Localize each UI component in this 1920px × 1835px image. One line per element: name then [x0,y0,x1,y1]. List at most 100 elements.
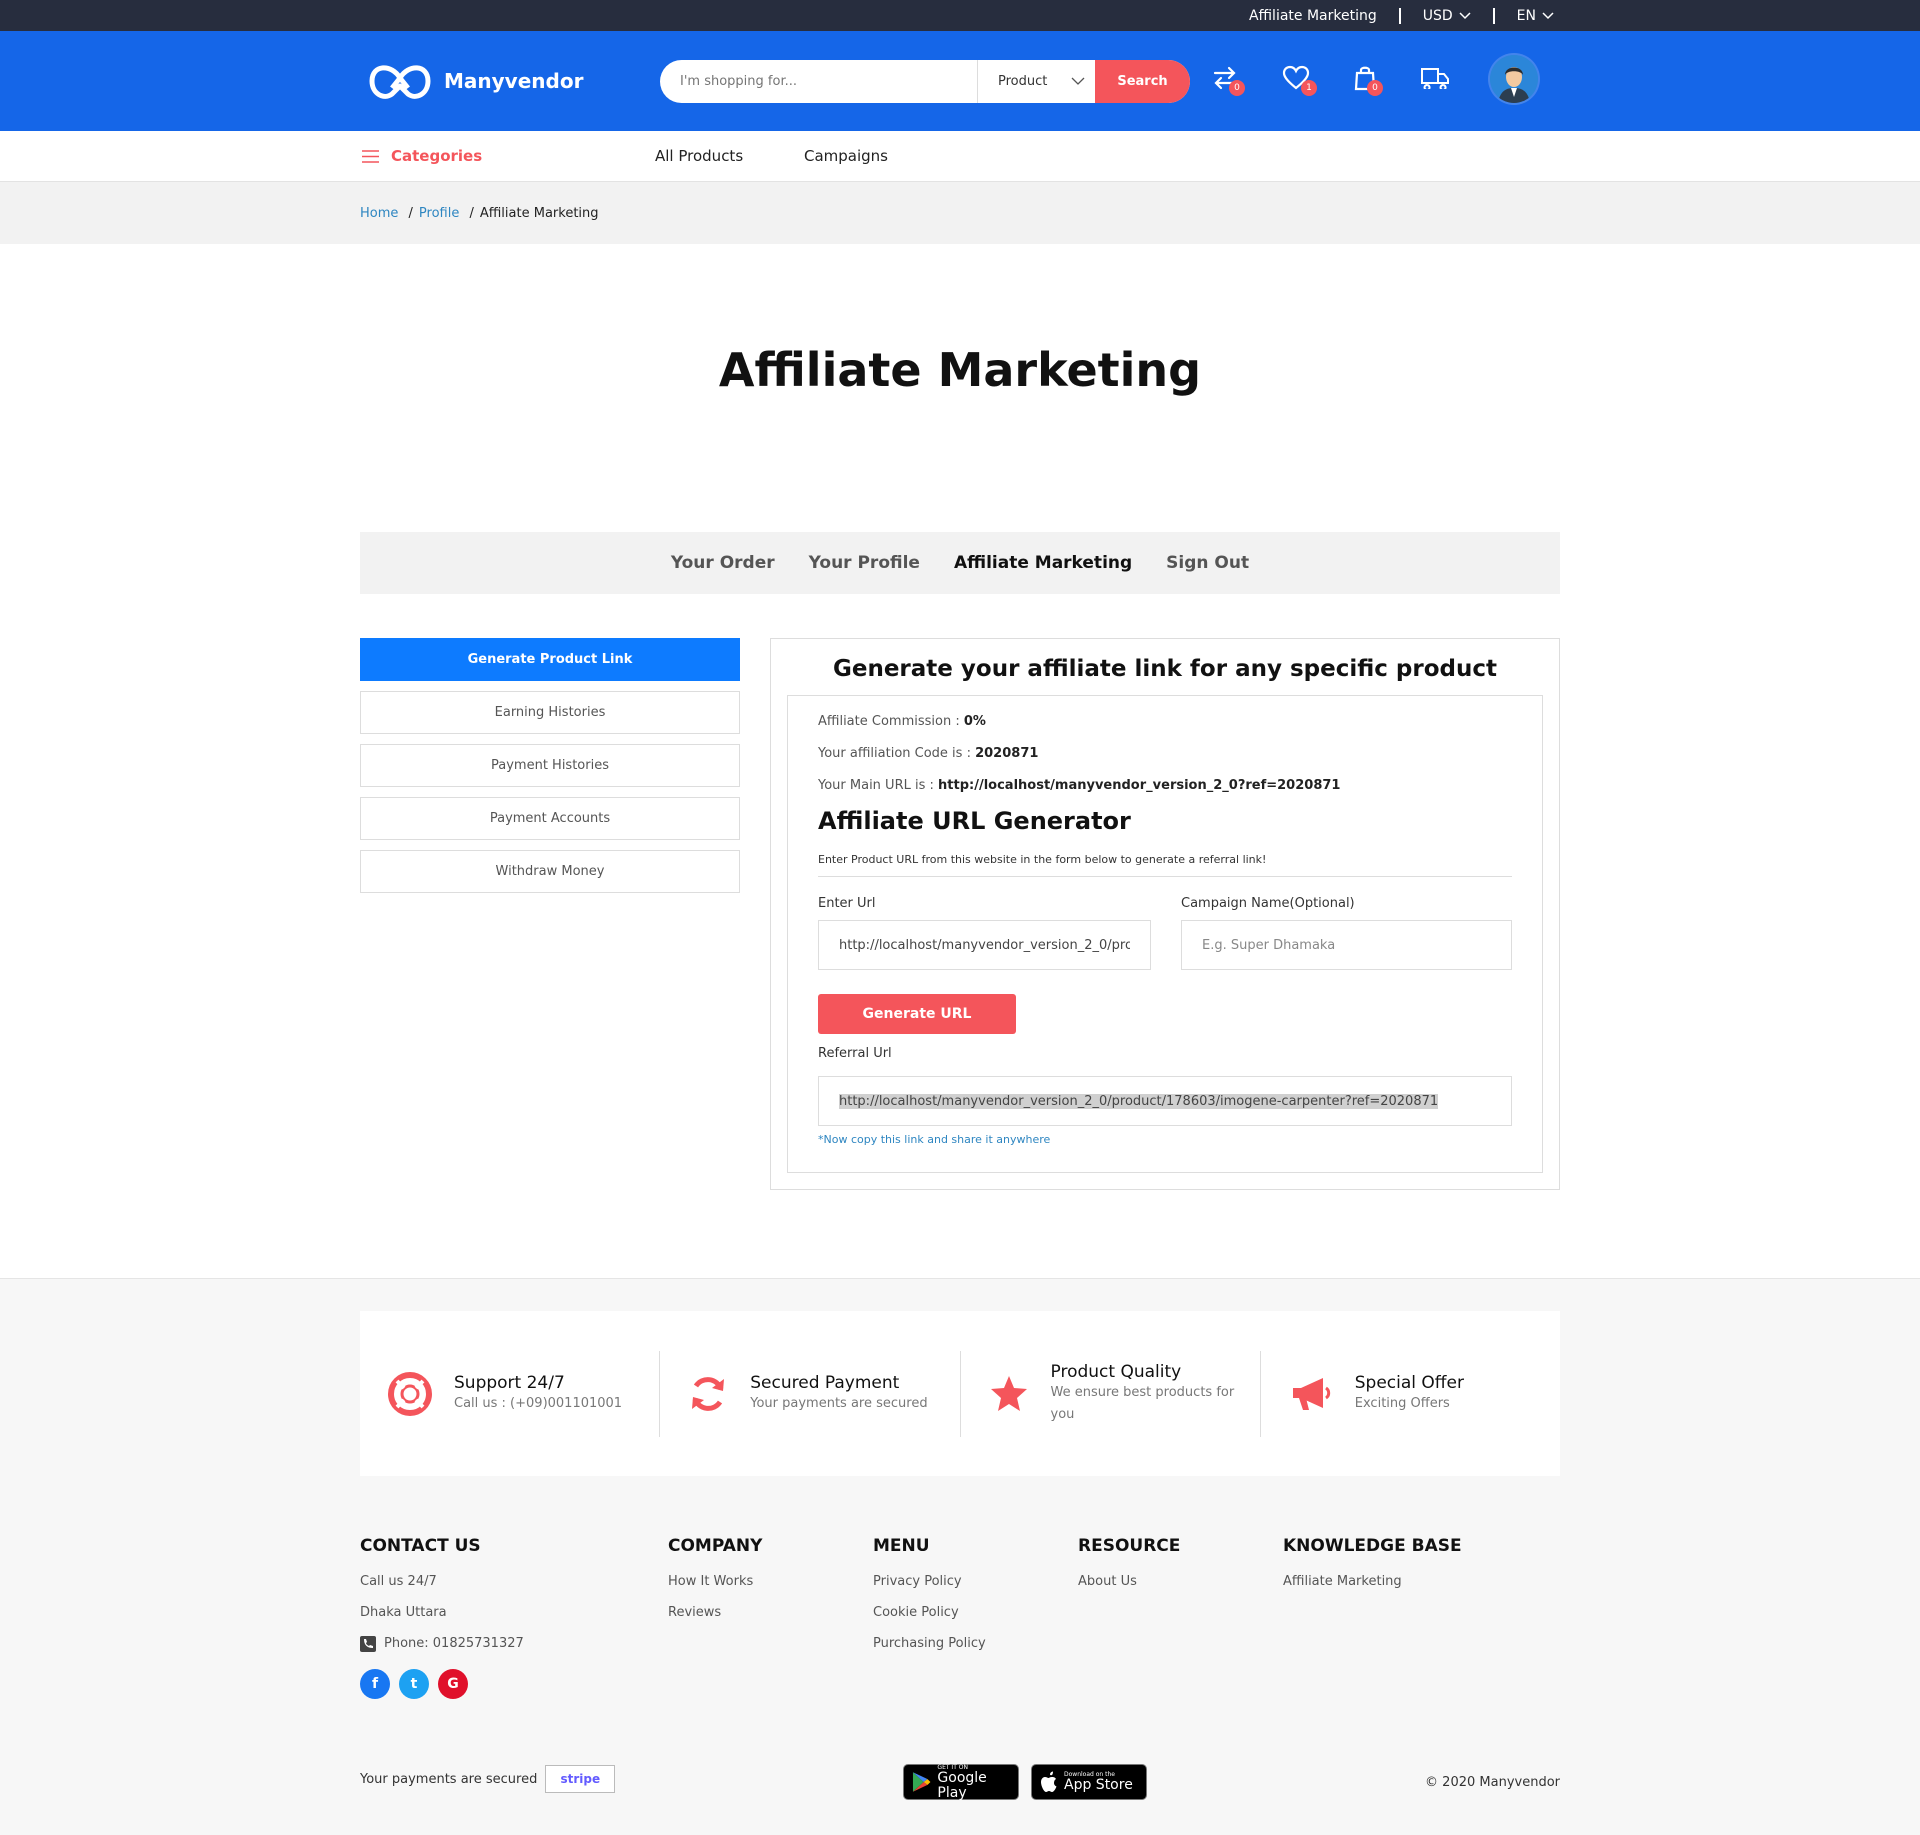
google-play-icon [912,1772,931,1792]
avatar[interactable] [1490,55,1538,103]
app-store-badge[interactable]: Download on the App Store [1031,1764,1147,1800]
currency-selector[interactable]: USD [1423,8,1471,24]
footer-text: Call us 24/7 [360,1574,437,1589]
product-url-input[interactable] [818,920,1151,970]
topbar-affiliate-link[interactable]: Affiliate Marketing [1249,8,1377,24]
truck-icon [1421,68,1449,89]
feature-subtitle: We ensure best products for you [1050,1384,1235,1422]
footer-link-affiliate-marketing[interactable]: Affiliate Marketing [1283,1566,1462,1597]
search-category-select[interactable]: Product [977,60,1095,103]
footer-knowledge-base: KNOWLEDGE BASE Affiliate Marketing [1283,1536,1462,1597]
twitter-icon[interactable]: t [399,1669,429,1699]
track-order-button[interactable] [1420,65,1450,89]
facebook-icon[interactable]: f [360,1669,390,1699]
commission-value: 0% [963,714,986,729]
panel-heading: Generate your affiliate link for any spe… [832,656,1498,682]
breadcrumb: Home / Profile / Affiliate Marketing [0,182,1920,244]
search-button[interactable]: Search [1095,60,1190,103]
code-value: 2020871 [975,746,1039,761]
footer-company: COMPANY How It Works Reviews [668,1536,762,1628]
main-nav: Categories All Products Campaigns [0,131,1920,182]
categories-menu[interactable]: Categories [362,131,482,181]
footer-link-about-us[interactable]: About Us [1078,1566,1180,1597]
divider [1398,7,1401,24]
sidebar-earning-histories[interactable]: Earning Histories [360,691,740,734]
footer-link-privacy-policy[interactable]: Privacy Policy [873,1566,986,1597]
feature-title: Special Offer [1354,1372,1464,1393]
nav-all-products[interactable]: All Products [655,131,743,181]
tab-your-order[interactable]: Your Order [671,553,775,573]
footer-contact: CONTACT US Call us 24/7 Dhaka Uttara Pho… [360,1536,524,1699]
footer-link-how-it-works[interactable]: How It Works [668,1566,762,1597]
user-avatar-icon [1490,55,1538,103]
feature-special-offer: Special Offer Exciting Offers [1259,1350,1560,1437]
generate-url-button[interactable]: Generate URL [818,994,1016,1034]
cart-button[interactable]: 0 [1354,65,1383,96]
sidebar-withdraw-money[interactable]: Withdraw Money [360,850,740,893]
social-links: f t G [360,1669,524,1699]
referral-url-field[interactable]: http://localhost/manyvendor_version_2_0/… [818,1076,1512,1126]
affiliate-link-panel: Generate your affiliate link for any spe… [770,638,1560,1190]
footer-heading: CONTACT US [360,1536,481,1556]
footer-link-reviews[interactable]: Reviews [668,1597,762,1628]
wishlist-count-badge: 1 [1301,80,1317,96]
google-icon[interactable]: G [438,1669,468,1699]
chevron-down-icon [1459,11,1471,19]
footer: Support 24/7 Call us : (+09)001101001 Se… [0,1278,1920,1835]
referral-url-value[interactable]: http://localhost/manyvendor_version_2_0/… [839,1093,1439,1109]
divider [1492,7,1495,24]
logo-icon [369,65,431,99]
app-store-text: App Store [1064,1777,1133,1793]
payments-text: Your payments are secured [360,1771,538,1787]
footer-text: Dhaka Uttara [360,1605,447,1620]
footer-heading: KNOWLEDGE BASE [1283,1536,1462,1556]
footer-link-cookie-policy[interactable]: Cookie Policy [873,1597,986,1628]
footer-link-purchasing-policy[interactable]: Purchasing Policy [873,1628,986,1659]
tab-your-profile[interactable]: Your Profile [809,553,920,573]
feature-title: Product Quality [1050,1361,1182,1382]
compare-button[interactable]: 0 [1212,65,1245,96]
copyright: © 2020 Manyvendor [1425,1775,1560,1790]
feature-subtitle: Call us : (+09)001101001 [454,1395,623,1411]
payments-secured: Your payments are secured stripe [360,1765,616,1793]
breadcrumb-profile[interactable]: Profile [419,206,459,221]
search-input[interactable] [660,60,977,103]
profile-tabs: Your Order Your Profile Affiliate Market… [360,532,1560,594]
chevron-down-icon [1071,77,1085,85]
sidebar-payment-histories[interactable]: Payment Histories [360,744,740,787]
main-url-label: Your Main URL is : [818,778,934,793]
generator-description: Enter Product URL from this website in t… [818,853,1267,866]
sidebar-generate-product-link[interactable]: Generate Product Link [360,638,740,681]
page-title: Affiliate Marketing [718,343,1202,397]
language-label: EN [1516,7,1536,24]
google-play-badge[interactable]: GET IT ON Google Play [903,1764,1019,1800]
compare-count-badge: 0 [1229,80,1245,96]
language-selector[interactable]: EN [1517,8,1554,24]
nav-campaigns[interactable]: Campaigns [804,131,888,181]
brand-name: Manyvendor [444,69,584,93]
logo[interactable]: Manyvendor [366,56,583,106]
footer-heading: MENU [873,1536,930,1556]
campaign-name-input[interactable] [1181,920,1512,970]
footer-resource: RESOURCE About Us [1078,1536,1180,1597]
currency-label: USD [1422,7,1453,24]
footer-menu: MENU Privacy Policy Cookie Policy Purcha… [873,1536,986,1659]
feature-product-quality: Product Quality We ensure best products … [959,1350,1260,1437]
breadcrumb-home[interactable]: Home [360,206,398,221]
tab-sign-out[interactable]: Sign Out [1166,553,1249,573]
feature-secured-payment: Secured Payment Your payments are secure… [659,1350,959,1437]
feature-title: Secured Payment [750,1372,900,1393]
footer-phone: Phone: 01825731327 [360,1628,524,1659]
wishlist-button[interactable]: 1 [1282,65,1317,96]
feature-title: Support 24/7 [454,1372,565,1393]
feature-support: Support 24/7 Call us : (+09)001101001 [360,1351,659,1437]
breadcrumb-separator: / [404,205,413,221]
code-label: Your affiliation Code is : [818,746,971,761]
phone-number: Phone: 01825731327 [384,1636,524,1651]
search-bar: Product Search [660,60,1190,103]
tab-affiliate-marketing[interactable]: Affiliate Marketing [954,553,1132,573]
breadcrumb-separator: / [465,205,474,221]
search-category-label: Product [998,74,1048,89]
footer-heading: COMPANY [668,1536,763,1556]
sidebar-payment-accounts[interactable]: Payment Accounts [360,797,740,840]
